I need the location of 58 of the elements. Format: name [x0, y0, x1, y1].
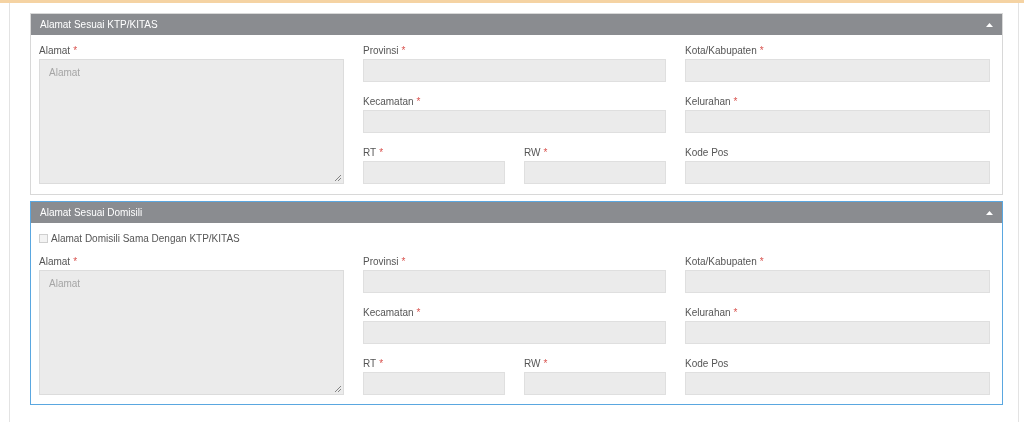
- field-label: Kecamatan: [363, 306, 414, 320]
- field-label: Kota/Kabupaten: [685, 44, 757, 58]
- resize-handle-icon: [334, 174, 341, 181]
- panel-header[interactable]: Alamat Sesuai KTP/KITAS: [31, 14, 1002, 35]
- required-mark: *: [543, 357, 548, 371]
- checkbox[interactable]: [39, 233, 48, 243]
- input-field[interactable]: [363, 270, 666, 293]
- checkbox-label: Alamat Domisili Sama Dengan KTP/KITAS: [51, 231, 240, 246]
- panel-title: Alamat Sesuai KTP/KITAS: [40, 18, 158, 32]
- field-label: Kota/Kabupaten: [685, 255, 757, 269]
- required-mark: *: [401, 44, 406, 58]
- required-mark: *: [733, 95, 738, 109]
- input-field[interactable]: [363, 372, 505, 395]
- input-field[interactable]: [685, 321, 990, 344]
- field-label: Provinsi: [363, 255, 399, 269]
- required-mark: *: [73, 255, 78, 269]
- field-label: Alamat: [39, 44, 71, 58]
- input-field[interactable]: [685, 372, 990, 395]
- field-label: RW: [524, 146, 541, 160]
- field-label: Kelurahan: [685, 306, 731, 320]
- field-label: Kelurahan: [685, 95, 731, 109]
- required-mark: *: [416, 95, 421, 109]
- required-mark: *: [759, 44, 764, 58]
- field-label: Kecamatan: [363, 95, 414, 109]
- panel-header[interactable]: Alamat Sesuai Domisili: [31, 202, 1002, 223]
- panel-title: Alamat Sesuai Domisili: [40, 206, 143, 220]
- field-label: RT: [363, 357, 377, 371]
- input-field[interactable]: [685, 270, 990, 293]
- input-field[interactable]: [685, 110, 990, 133]
- input-field[interactable]: [363, 321, 666, 344]
- input-field[interactable]: [524, 372, 666, 395]
- required-mark: *: [401, 255, 406, 269]
- caret-up-icon[interactable]: [986, 210, 993, 215]
- address-textarea[interactable]: Alamat: [39, 59, 344, 184]
- required-mark: *: [543, 146, 548, 160]
- input-field[interactable]: [685, 161, 990, 184]
- address-textarea[interactable]: Alamat: [39, 270, 344, 395]
- field-label: Kode Pos: [685, 146, 729, 160]
- input-field[interactable]: [685, 59, 990, 82]
- input-field[interactable]: [363, 110, 666, 133]
- caret-up-icon[interactable]: [986, 22, 993, 27]
- required-mark: *: [733, 306, 738, 320]
- field-label: Kode Pos: [685, 357, 729, 371]
- input-field[interactable]: [363, 59, 666, 82]
- placeholder-text: Alamat: [49, 66, 81, 80]
- required-mark: *: [73, 44, 78, 58]
- field-label: Provinsi: [363, 44, 399, 58]
- required-mark: *: [379, 357, 384, 371]
- field-label: RT: [363, 146, 377, 160]
- input-field[interactable]: [524, 161, 666, 184]
- field-label: RW: [524, 357, 541, 371]
- placeholder-text: Alamat: [49, 277, 81, 291]
- required-mark: *: [416, 306, 421, 320]
- field-label: Alamat: [39, 255, 71, 269]
- input-field[interactable]: [363, 161, 505, 184]
- required-mark: *: [379, 146, 384, 160]
- required-mark: *: [759, 255, 764, 269]
- resize-handle-icon: [334, 385, 341, 392]
